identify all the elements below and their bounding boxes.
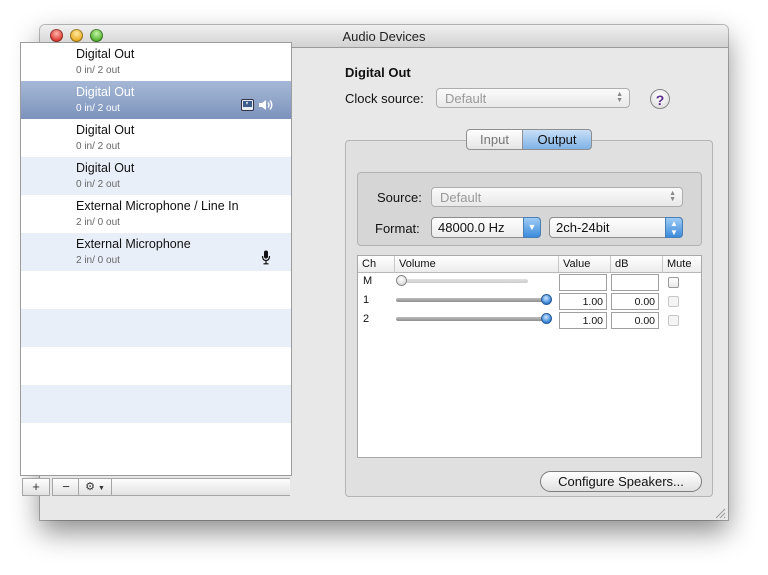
volume-slider-track bbox=[396, 298, 548, 302]
empty-row bbox=[21, 385, 291, 423]
help-button[interactable]: ? bbox=[650, 89, 670, 109]
device-row-selected[interactable]: Digital Out 0 in/ 2 out bbox=[21, 81, 291, 119]
add-device-button[interactable]: + bbox=[22, 478, 50, 496]
device-io: 2 in/ 0 out bbox=[76, 217, 120, 228]
format-label: Format: bbox=[375, 221, 420, 236]
device-name: External Microphone / Line In bbox=[76, 199, 239, 213]
empty-row bbox=[21, 271, 291, 309]
db-field[interactable] bbox=[611, 274, 659, 291]
table-header: Ch Volume Value dB Mute bbox=[358, 256, 701, 273]
clock-source-label: Clock source: bbox=[345, 91, 424, 106]
empty-row bbox=[21, 309, 291, 347]
volume-slider-knob[interactable] bbox=[541, 294, 552, 305]
microphone-icon bbox=[261, 250, 271, 265]
bit-format-value: 2ch-24bit bbox=[556, 220, 610, 235]
volume-slider-track bbox=[396, 317, 548, 321]
dropdown-arrow-icon: ▼ bbox=[523, 217, 541, 238]
device-name: Digital Out bbox=[76, 47, 135, 61]
column-header-value[interactable]: Value bbox=[558, 256, 610, 272]
device-io: 0 in/ 2 out bbox=[76, 179, 120, 190]
device-title: Digital Out bbox=[345, 65, 411, 80]
channel-label: 1 bbox=[363, 294, 370, 306]
channel-label: M bbox=[363, 275, 373, 287]
device-list[interactable]: Digital Out 0 in/ 2 out Digital Out 0 in… bbox=[20, 42, 292, 476]
clock-source-value: Default bbox=[445, 91, 487, 106]
source-label: Source: bbox=[377, 190, 422, 205]
source-value: Default bbox=[440, 190, 482, 205]
configure-speakers-button[interactable]: Configure Speakers... bbox=[540, 471, 702, 492]
gear-icon: ⚙ bbox=[85, 481, 95, 493]
volume-slider-knob[interactable] bbox=[396, 275, 407, 286]
device-io: 0 in/ 2 out bbox=[76, 65, 120, 76]
db-field[interactable]: 0.00 bbox=[611, 312, 659, 329]
sample-rate-value: 48000.0 Hz bbox=[438, 220, 505, 235]
device-io: 0 in/ 2 out bbox=[76, 141, 120, 152]
triangle-down-icon: ▼ bbox=[98, 485, 105, 492]
column-header-volume[interactable]: Volume bbox=[394, 256, 558, 272]
channel-volume-table: Ch Volume Value dB Mute M 1 1.00 0.00 2 … bbox=[357, 255, 702, 458]
sample-rate-popup[interactable]: 48000.0 Hz ▼ bbox=[431, 217, 541, 238]
device-row[interactable]: Digital Out 0 in/ 2 out bbox=[21, 119, 291, 157]
device-row[interactable]: Digital Out 0 in/ 2 out bbox=[21, 157, 291, 195]
device-row[interactable]: External Microphone / Line In 2 in/ 0 ou… bbox=[21, 195, 291, 233]
resize-grip-icon[interactable] bbox=[714, 507, 726, 519]
toolbar-filler bbox=[112, 478, 290, 496]
empty-row bbox=[21, 347, 291, 385]
column-header-mute[interactable]: Mute bbox=[662, 256, 701, 272]
source-popup[interactable]: Default ▲ ▼ bbox=[431, 187, 683, 207]
updown-arrows-icon: ▲ ▼ bbox=[616, 91, 623, 104]
remove-device-button[interactable]: − bbox=[52, 478, 80, 496]
value-field[interactable]: 1.00 bbox=[559, 293, 607, 310]
db-field[interactable]: 0.00 bbox=[611, 293, 659, 310]
finder-alert-icon bbox=[241, 99, 254, 111]
mute-checkbox bbox=[668, 315, 679, 326]
device-io: 2 in/ 0 out bbox=[76, 255, 120, 266]
empty-row bbox=[21, 423, 291, 461]
device-name: Digital Out bbox=[76, 85, 135, 99]
action-menu-button[interactable]: ⚙ ▼ bbox=[78, 478, 112, 496]
device-row[interactable]: Digital Out 0 in/ 2 out bbox=[21, 43, 291, 81]
tab-input[interactable]: Input bbox=[466, 129, 523, 150]
volume-slider-track bbox=[398, 279, 528, 283]
clock-source-popup[interactable]: Default ▲ ▼ bbox=[436, 88, 630, 108]
column-header-ch[interactable]: Ch bbox=[358, 256, 394, 272]
bit-format-popup[interactable]: 2ch-24bit ▲ ▼ bbox=[549, 217, 683, 238]
updown-arrows-icon: ▲ ▼ bbox=[665, 217, 683, 238]
value-field[interactable] bbox=[559, 274, 607, 291]
device-name: Digital Out bbox=[76, 123, 135, 137]
updown-arrows-icon: ▲ ▼ bbox=[669, 190, 676, 203]
mute-checkbox bbox=[668, 296, 679, 307]
device-list-toolbar: + − ⚙ ▼ bbox=[20, 478, 290, 496]
speaker-icon bbox=[259, 100, 273, 110]
mute-checkbox[interactable] bbox=[668, 277, 679, 288]
device-name: Digital Out bbox=[76, 161, 135, 175]
tab-output[interactable]: Output bbox=[522, 129, 592, 150]
volume-slider-knob[interactable] bbox=[541, 313, 552, 324]
column-header-db[interactable]: dB bbox=[610, 256, 662, 272]
device-row[interactable]: External Microphone 2 in/ 0 out bbox=[21, 233, 291, 271]
value-field[interactable]: 1.00 bbox=[559, 312, 607, 329]
device-name: External Microphone bbox=[76, 237, 191, 251]
channel-label: 2 bbox=[363, 313, 370, 325]
